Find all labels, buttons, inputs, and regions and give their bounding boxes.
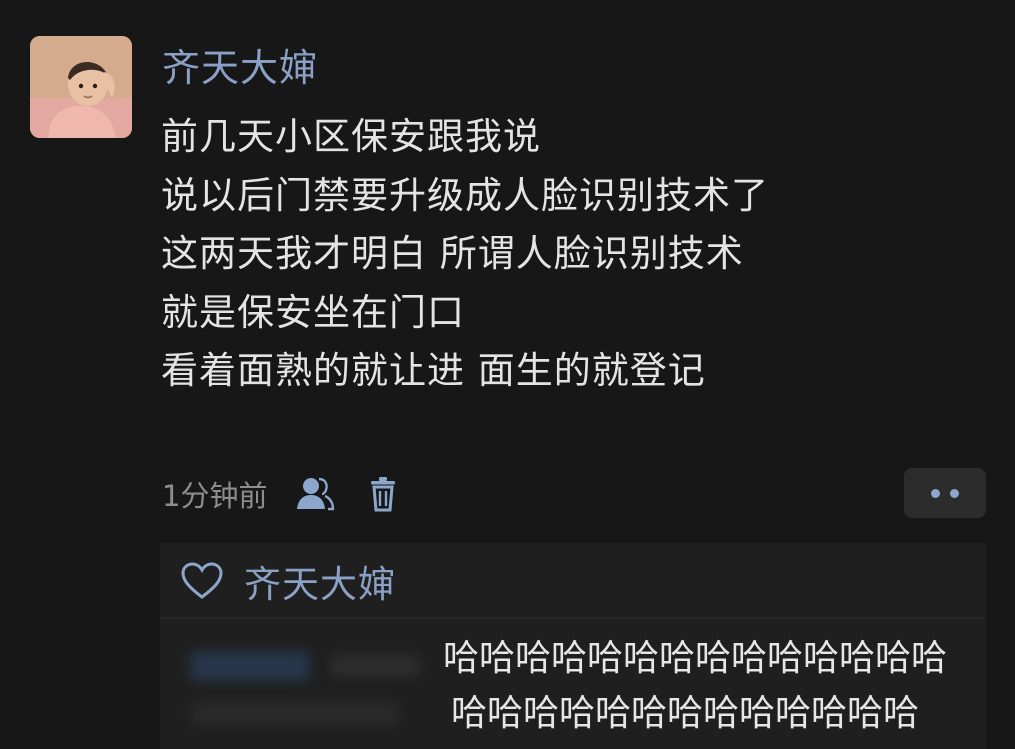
people-icon[interactable] bbox=[295, 475, 335, 513]
post-meta: 1分钟前 bbox=[162, 474, 403, 514]
blurred-commenter bbox=[190, 641, 440, 741]
avatar-photo bbox=[30, 36, 132, 138]
post-timestamp: 1分钟前 bbox=[162, 479, 268, 513]
post-line: 就是保安坐在门口 bbox=[161, 290, 465, 334]
moments-post: 齐天大婶 前几天小区保安跟我说 说以后门禁要升级成人脸识别技术了 这两天我才明白… bbox=[0, 0, 1015, 749]
more-dots-icon bbox=[950, 488, 959, 498]
post-line: 这两天我才明白 所谓人脸识别技术 bbox=[161, 232, 744, 275]
comment-item[interactable]: 哈哈哈哈哈哈哈哈哈哈哈哈哈哈 哈哈哈哈哈哈哈哈哈哈哈哈哈 bbox=[160, 619, 986, 749]
post-content: 前几天小区保安跟我说 说以后门禁要升级成人脸识别技术了 这两天我才明白 所谓人脸… bbox=[161, 108, 981, 401]
liker-name[interactable]: 齐天大婶 bbox=[244, 554, 396, 608]
more-dots-icon bbox=[931, 488, 940, 498]
comment-text: 哈哈哈哈哈哈哈哈哈哈哈哈哈哈 bbox=[443, 638, 948, 679]
more-button[interactable] bbox=[904, 468, 986, 518]
heart-icon bbox=[181, 561, 223, 599]
interaction-panel: 齐天大婶 哈哈哈哈哈哈哈哈哈哈哈哈哈哈 哈哈哈哈哈哈哈哈哈哈哈哈哈 bbox=[160, 543, 986, 749]
comment-text: 哈哈哈哈哈哈哈哈哈哈哈哈哈 bbox=[451, 693, 920, 734]
post-line: 说以后门禁要升级成人脸识别技术了 bbox=[161, 173, 769, 217]
avatar[interactable] bbox=[30, 36, 132, 138]
author-name[interactable]: 齐天大婶 bbox=[162, 44, 318, 92]
post-line: 看着面熟的就让进 面生的就登记 bbox=[161, 349, 706, 392]
post-line: 前几天小区保安跟我说 bbox=[161, 115, 541, 158]
likes-row: 齐天大婶 bbox=[160, 543, 986, 619]
trash-icon[interactable] bbox=[363, 475, 403, 513]
